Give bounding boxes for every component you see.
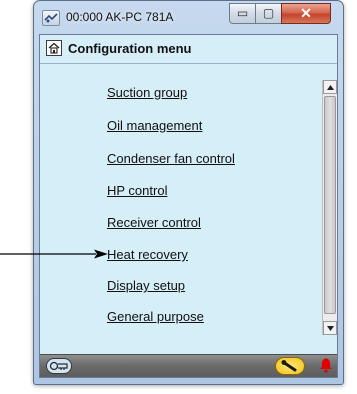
menu-item-display-setup[interactable]: Display setup: [107, 278, 185, 293]
login-icon[interactable]: [46, 358, 72, 374]
vertical-scrollbar[interactable]: [322, 80, 337, 335]
status-bar: [40, 354, 337, 377]
alarm-bell-icon[interactable]: [319, 357, 333, 377]
scroll-up-button[interactable]: [323, 80, 337, 94]
menu-item-oil-management[interactable]: Oil management: [107, 118, 202, 133]
title-bar[interactable]: 00:000 AK-PC 781A ▭ ▢ ✕: [34, 1, 343, 35]
app-window: 00:000 AK-PC 781A ▭ ▢ ✕ Configuration me…: [33, 0, 344, 385]
minimize-button[interactable]: ▭: [229, 3, 256, 24]
menu-item-general-purpose[interactable]: General purpose: [107, 309, 204, 324]
header-bar: Configuration menu: [40, 35, 337, 64]
menu-item-hp-control[interactable]: HP control: [107, 183, 167, 198]
app-icon: [42, 10, 60, 26]
home-icon[interactable]: [46, 40, 62, 56]
scrollbar-thumb[interactable]: [324, 96, 336, 314]
pointer-arrow-annotation: [0, 247, 110, 265]
content-panel: Configuration menu Suction group Oil man…: [39, 34, 338, 378]
page-title: Configuration menu: [68, 41, 192, 56]
window-title: 00:000 AK-PC 781A: [66, 10, 174, 24]
scroll-down-button[interactable]: [323, 321, 337, 335]
menu-item-receiver-control[interactable]: Receiver control: [107, 215, 201, 230]
menu-item-heat-recovery[interactable]: Heat recovery: [107, 247, 188, 262]
close-button[interactable]: ✕: [281, 3, 331, 24]
service-wrench-icon[interactable]: [275, 357, 305, 375]
menu-item-condenser-fan-control[interactable]: Condenser fan control: [107, 151, 235, 166]
menu-item-suction-group[interactable]: Suction group: [107, 85, 187, 100]
maximize-button[interactable]: ▢: [255, 3, 282, 24]
